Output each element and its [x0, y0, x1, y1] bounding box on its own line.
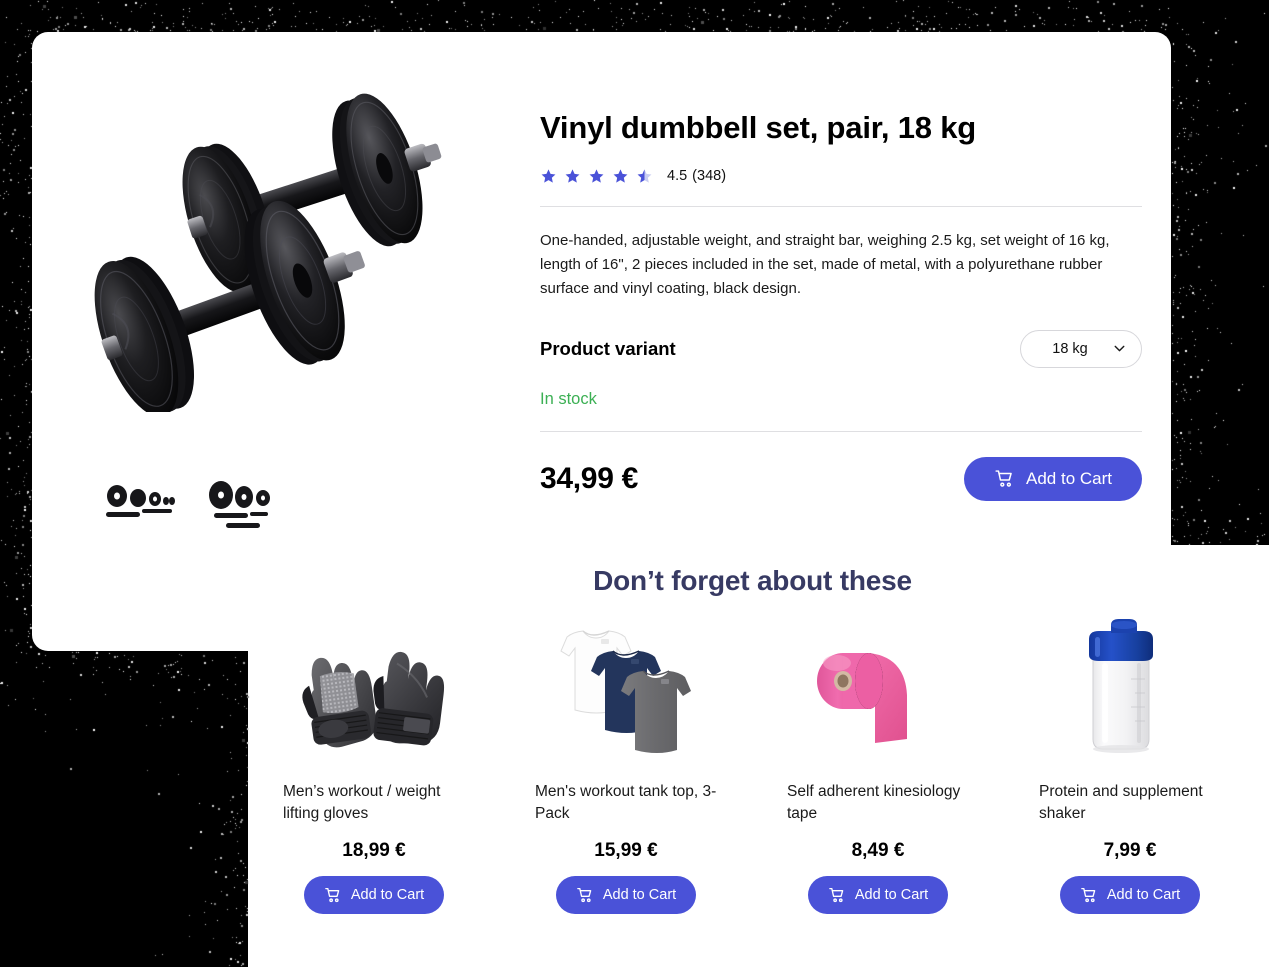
variant-select[interactable]: 18 kg — [1020, 330, 1142, 368]
add-to-cart-button[interactable]: Add to Cart — [556, 876, 696, 914]
recommendation-price: 7,99 € — [1104, 840, 1157, 862]
details-divider-bottom — [540, 431, 1142, 432]
product-thumbnail-tank-tops[interactable] — [541, 617, 711, 767]
recommendations-grid: Men’s workout / weight lifting gloves 18… — [248, 617, 1269, 914]
recommendations-heading: Don’t forget about these — [236, 565, 1269, 597]
add-to-cart-label: Add to Cart — [1026, 469, 1112, 489]
recommendation-price: 8,49 € — [852, 840, 905, 862]
add-to-cart-button[interactable]: Add to Cart — [808, 876, 948, 914]
product-title: Vinyl dumbbell set, pair, 18 kg — [540, 110, 1142, 146]
star-icon — [564, 168, 581, 185]
thumbnail-2[interactable] — [204, 476, 284, 536]
variant-selected-value: 18 kg — [1021, 341, 1111, 357]
variant-label: Product variant — [540, 338, 676, 360]
add-to-cart-label: Add to Cart — [1107, 887, 1180, 903]
chevron-down-icon — [1111, 340, 1128, 357]
cart-icon — [828, 886, 846, 904]
star-icon — [588, 168, 605, 185]
rating-value: 4.5 — [667, 168, 687, 184]
backdrop-left-strip — [0, 650, 248, 967]
add-to-cart-label: Add to Cart — [855, 887, 928, 903]
star-rating — [540, 168, 653, 185]
product-thumbnail-gloves[interactable] — [289, 617, 459, 767]
product-hero-image[interactable] — [57, 82, 487, 412]
product-variant-row: Product variant 18 kg — [540, 330, 1142, 368]
product-thumbnail-kinesiology-tape[interactable] — [793, 617, 963, 767]
recommendation-price: 18,99 € — [342, 840, 405, 862]
recommendation-name: Protein and supplement shaker — [1039, 781, 1221, 826]
thumbnail-1[interactable] — [102, 476, 182, 536]
recommendation-card[interactable]: Protein and supplement shaker 7,99 € Add… — [1004, 617, 1256, 914]
details-divider-top — [540, 206, 1142, 207]
purchase-row: 34,99 € Add to Cart — [540, 457, 1142, 501]
recommendation-card[interactable]: Men's workout tank top, 3-Pack 15,99 € A… — [500, 617, 752, 914]
product-price: 34,99 € — [540, 462, 638, 496]
product-rating: 4.5 (348) — [540, 168, 1142, 185]
star-icon — [612, 168, 629, 185]
recommendation-price: 15,99 € — [594, 840, 657, 862]
add-to-cart-label: Add to Cart — [351, 887, 424, 903]
add-to-cart-label: Add to Cart — [603, 887, 676, 903]
product-description: One-handed, adjustable weight, and strai… — [540, 229, 1112, 302]
add-to-cart-button[interactable]: Add to Cart — [1060, 876, 1200, 914]
thumbnail-list — [102, 476, 284, 536]
add-to-cart-button[interactable]: Add to Cart — [964, 457, 1142, 501]
star-half-icon — [636, 168, 653, 185]
add-to-cart-button[interactable]: Add to Cart — [304, 876, 444, 914]
cart-icon — [1080, 886, 1098, 904]
recommendation-card[interactable]: Men’s workout / weight lifting gloves 18… — [248, 617, 500, 914]
cart-icon — [324, 886, 342, 904]
recommendations-section: Don’t forget about these Men’s workout /… — [248, 545, 1269, 967]
cart-icon — [994, 468, 1015, 489]
recommendation-name: Men’s workout / weight lifting gloves — [283, 781, 465, 826]
recommendation-name: Men's workout tank top, 3-Pack — [535, 781, 717, 826]
cart-icon — [576, 886, 594, 904]
star-icon — [540, 168, 557, 185]
recommendation-card[interactable]: Self adherent kinesiology tape 8,49 € Ad… — [752, 617, 1004, 914]
product-thumbnail-shaker[interactable] — [1045, 617, 1215, 767]
stock-status: In stock — [540, 390, 1142, 409]
rating-count: (348) — [692, 168, 726, 184]
recommendation-name: Self adherent kinesiology tape — [787, 781, 969, 826]
